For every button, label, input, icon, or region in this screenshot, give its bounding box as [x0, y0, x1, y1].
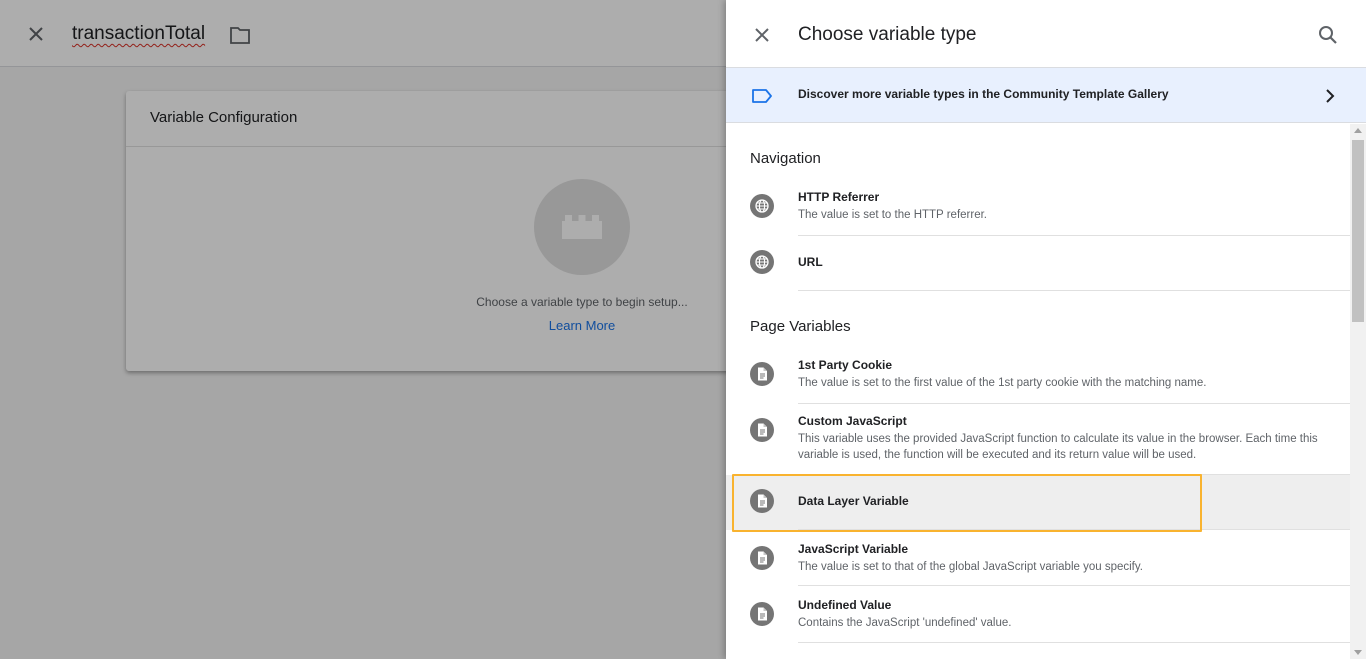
scroll-down-arrow-icon[interactable]	[1354, 650, 1362, 655]
chevron-right-icon	[1326, 89, 1335, 103]
variable-type-javascript-variable[interactable]: JavaScript Variable The value is set to …	[726, 530, 1350, 586]
item-name: Custom JavaScript	[798, 414, 907, 428]
variable-type-url[interactable]: URL	[726, 236, 1350, 291]
section-page-variables-title: Page Variables	[750, 318, 851, 335]
variable-type-1st-party-cookie[interactable]: 1st Party Cookie The value is set to the…	[726, 350, 1350, 404]
globe-icon	[750, 194, 774, 218]
tag-icon	[752, 89, 772, 103]
panel-header: Choose variable type	[726, 0, 1366, 67]
close-panel-icon[interactable]	[750, 23, 774, 47]
variable-type-list: Navigation HTTP Referrer The value is se…	[726, 124, 1350, 659]
document-icon	[750, 546, 774, 570]
item-name: URL	[798, 255, 823, 269]
variable-type-undefined-value[interactable]: Undefined Value Contains the JavaScript …	[726, 586, 1350, 643]
item-name: JavaScript Variable	[798, 542, 909, 556]
community-gallery-banner[interactable]: Discover more variable types in the Comm…	[726, 67, 1366, 123]
item-name: HTTP Referrer	[798, 190, 880, 204]
document-icon	[750, 418, 774, 442]
item-description: Contains the JavaScript 'undefined' valu…	[798, 617, 1012, 629]
variable-type-http-referrer[interactable]: HTTP Referrer The value is set to the HT…	[726, 182, 1350, 236]
list-scrollbar[interactable]	[1350, 124, 1366, 659]
item-description: The value is set to the HTTP referrer.	[798, 209, 987, 221]
item-divider	[798, 642, 1350, 643]
community-gallery-text: Discover more variable types in the Comm…	[798, 87, 1169, 101]
panel-title: Choose variable type	[798, 24, 977, 45]
document-icon	[750, 362, 774, 386]
section-navigation-title: Navigation	[750, 150, 821, 167]
scrollbar-thumb[interactable]	[1352, 140, 1364, 322]
item-name: Undefined Value	[798, 598, 892, 612]
item-description: This variable uses the provided JavaScri…	[798, 433, 1318, 461]
highlight-box	[732, 474, 1202, 532]
item-description: The value is set to that of the global J…	[798, 561, 1143, 573]
search-icon[interactable]	[1316, 23, 1340, 47]
document-icon	[750, 602, 774, 626]
globe-icon	[750, 250, 774, 274]
scroll-up-arrow-icon[interactable]	[1354, 128, 1362, 133]
choose-variable-type-panel: Choose variable type Discover more varia…	[726, 0, 1366, 659]
item-divider	[798, 290, 1350, 291]
item-description: The value is set to the first value of t…	[798, 377, 1207, 389]
variable-type-custom-javascript[interactable]: Custom JavaScript This variable uses the…	[726, 404, 1350, 475]
item-name: 1st Party Cookie	[798, 358, 893, 372]
